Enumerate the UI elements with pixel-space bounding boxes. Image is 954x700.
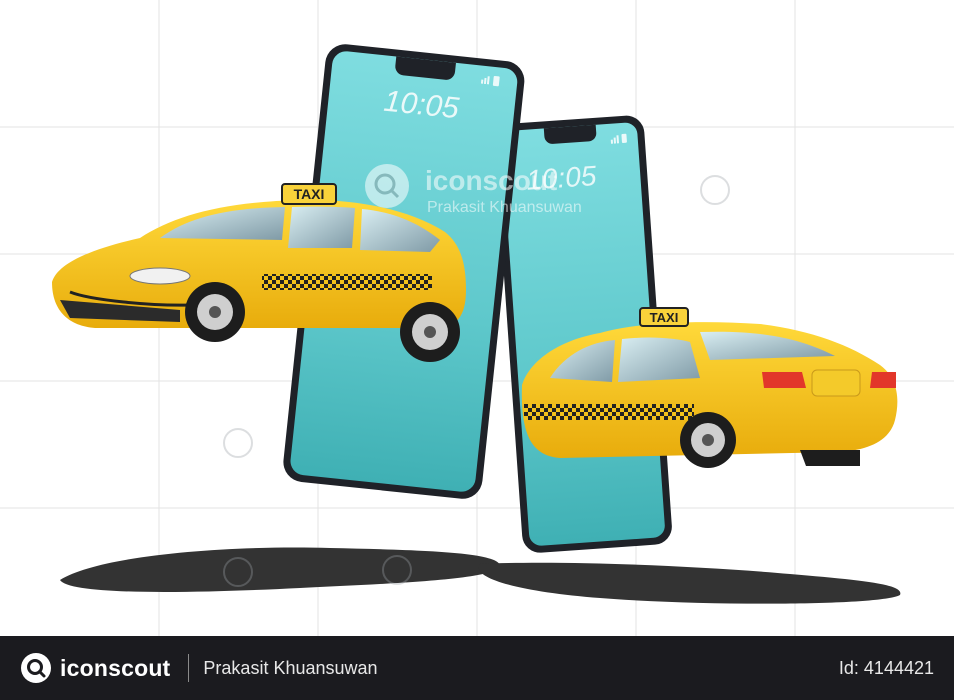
iconscout-logo-icon [21,653,51,683]
taxi-front-sign-text: TAXI [294,186,325,202]
footer-asset-id: Id: 4144421 [838,657,934,678]
footer-brand[interactable]: iconscout [20,652,170,684]
taxi-back-checker-stripe [524,404,694,420]
taxi-front-checker-stripe [262,274,432,290]
taxi-back-taillight-right [870,372,896,388]
search-icon [365,164,409,208]
taxi-back-wheel [680,412,736,468]
taxi-back-sign-text: TAXI [650,310,679,325]
taxi-front-window [288,206,355,248]
taxi-back-taillight-left [762,372,806,388]
footer-brand-text: iconscout [60,654,171,681]
ground-shadows [60,547,901,604]
watermark-author: Prakasit Khuansuwan [427,199,582,216]
footer-author[interactable]: Prakasit Khuansuwan [203,658,377,679]
taxi-front-wheel-2 [400,302,460,362]
watermark-brand: iconscout [425,165,557,196]
taxi-back-window-2 [618,337,700,382]
taxi-app-illustration: 10:05 10:05 TAXI TAXI iconscout Prakasit… [0,0,954,636]
taxi-back-plate [811,369,861,397]
taxi-front-wheel-1 [185,282,245,342]
footer-divider [188,654,190,682]
footer-bar: iconscout Prakasit Khuansuwan Id: 414442… [0,636,954,700]
